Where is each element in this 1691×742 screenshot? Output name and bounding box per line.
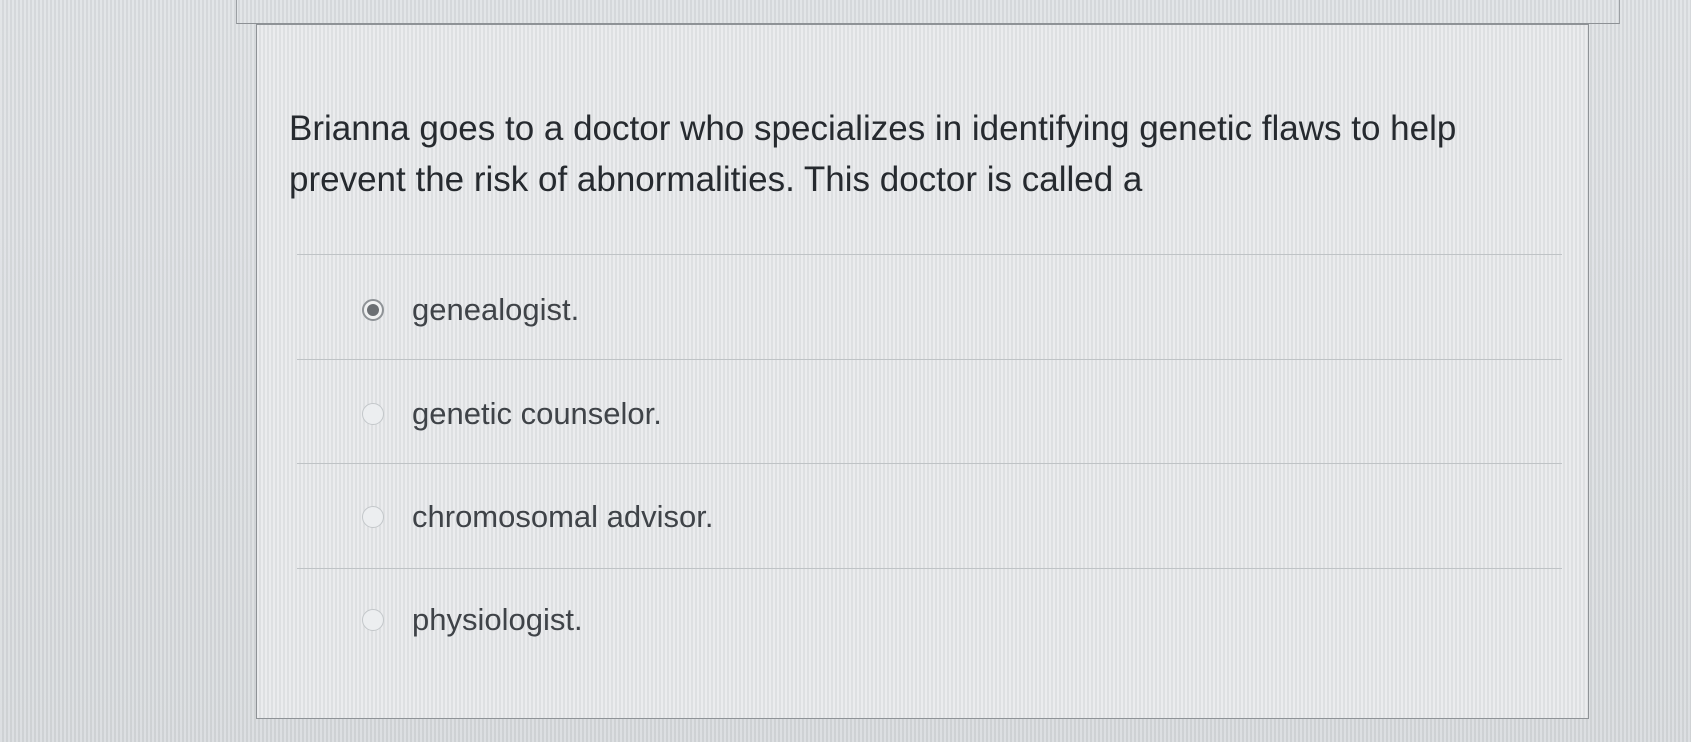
answer-option-physiologist[interactable]: physiologist. [362, 598, 583, 642]
radio-button-icon[interactable] [362, 506, 384, 528]
answer-option-genealogist[interactable]: genealogist. [362, 288, 579, 332]
answer-option-label: genetic counselor. [412, 396, 662, 431]
answer-option-genetic-counselor[interactable]: genetic counselor. [362, 392, 662, 436]
question-text: Brianna goes to a doctor who specializes… [289, 109, 1457, 199]
previous-card-edge [236, 0, 1620, 24]
radio-button-icon[interactable] [362, 403, 384, 425]
radio-dot-icon [367, 304, 379, 316]
answer-option-label: genealogist. [412, 292, 580, 327]
radio-button-icon[interactable] [362, 609, 384, 631]
question-card: Brianna goes to a doctor who specializes… [256, 24, 1589, 719]
answer-option-chromosomal-advisor[interactable]: chromosomal advisor. [362, 495, 714, 539]
answer-option-label: physiologist. [412, 602, 583, 637]
divider [297, 359, 1562, 360]
divider [297, 463, 1562, 464]
radio-button-selected-icon[interactable] [362, 299, 384, 321]
divider [297, 254, 1562, 255]
answer-option-label: chromosomal advisor. [412, 499, 714, 534]
divider [297, 568, 1562, 569]
